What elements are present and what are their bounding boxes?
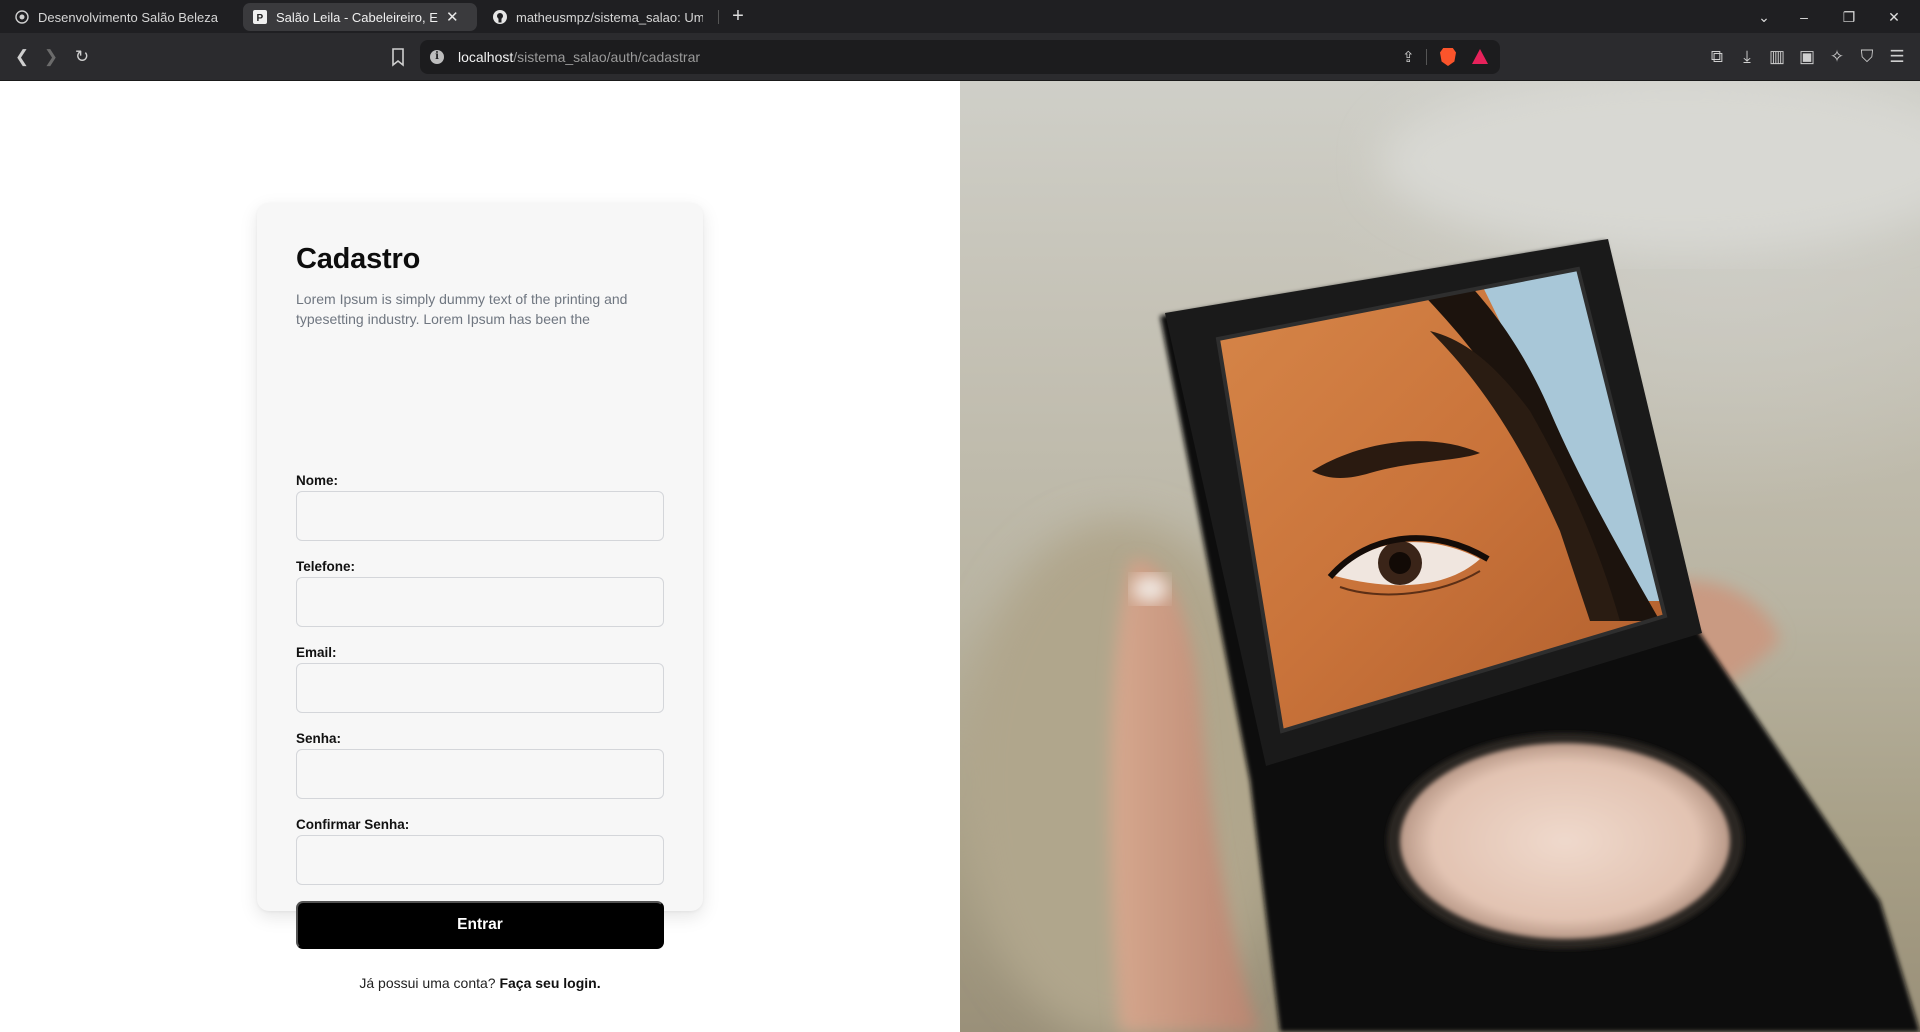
tab-bar: Desenvolvimento Salão Beleza P Salão Lei… <box>0 0 1920 33</box>
browser-toolbar: ❮ ❯ ↻ i localhost/sistema_salao/auth/cad… <box>0 33 1920 81</box>
url-host: localhost <box>458 49 514 65</box>
nome-input[interactable] <box>296 491 664 541</box>
restore-icon[interactable]: ❐ <box>1840 8 1858 26</box>
address-bar[interactable]: i localhost/sistema_salao/auth/cadastrar… <box>420 40 1500 74</box>
page-title: Cadastro <box>296 243 421 275</box>
tab-desenvolvimento[interactable]: Desenvolvimento Salão Beleza <box>5 3 235 31</box>
site-info-icon[interactable]: i <box>430 50 444 64</box>
url-divider <box>1426 49 1427 65</box>
login-prompt-text: Já possui uma conta? <box>359 975 496 991</box>
tab-title: Desenvolvimento Salão Beleza <box>38 9 218 25</box>
close-icon[interactable]: ✕ <box>446 8 459 26</box>
minimize-icon[interactable]: – <box>1795 8 1813 26</box>
url-text[interactable]: localhost/sistema_salao/auth/cadastrar <box>458 49 700 65</box>
page: Cadastro Lorem Ipsum is simply dummy tex… <box>0 81 1920 1032</box>
url-path: /sistema_salao/auth/cadastrar <box>513 49 701 65</box>
back-icon[interactable]: ❮ <box>12 47 32 67</box>
vpn-shield-icon[interactable]: ⛉ <box>1857 47 1877 67</box>
web-icon <box>15 10 29 24</box>
form-pane: Cadastro Lorem Ipsum is simply dummy tex… <box>0 81 960 1032</box>
confirmar-senha-label: Confirmar Senha: <box>296 817 410 832</box>
brave-rewards-icon[interactable] <box>1472 49 1488 64</box>
tab-salao-leila[interactable]: P Salão Leila - Cabeleireiro, Estét ✕ <box>243 3 477 31</box>
email-input[interactable] <box>296 663 664 713</box>
nome-label: Nome: <box>296 473 339 488</box>
svg-text:P: P <box>257 13 264 24</box>
hero-photo <box>960 81 1920 1032</box>
new-tab-button[interactable]: + <box>728 6 748 26</box>
page-icon: P <box>253 10 267 24</box>
leo-ai-icon[interactable]: ✧ <box>1827 47 1847 67</box>
senha-input[interactable] <box>296 749 664 799</box>
form-description: Lorem Ipsum is simply dummy text of the … <box>296 291 628 327</box>
login-link[interactable]: Faça seu login. <box>499 975 600 991</box>
brave-shields-icon[interactable] <box>1440 48 1456 66</box>
telefone-input[interactable] <box>296 577 664 627</box>
menu-icon[interactable]: ☰ <box>1887 47 1907 67</box>
tab-github[interactable]: matheusmpz/sistema_salao: Um sist <box>483 3 713 31</box>
tab-list-chevron-icon[interactable]: ⌄ <box>1755 8 1773 26</box>
tab-title: Salão Leila - Cabeleireiro, Estét <box>276 9 438 25</box>
download-icon[interactable]: ⤓ <box>1737 47 1757 67</box>
github-icon <box>493 10 507 24</box>
confirmar-senha-input[interactable] <box>296 835 664 885</box>
bookmark-icon[interactable] <box>388 47 408 67</box>
entrar-button[interactable]: Entrar <box>296 901 664 949</box>
extensions-icon[interactable]: ⧉ <box>1707 47 1727 67</box>
window-close-icon[interactable]: ✕ <box>1885 8 1903 26</box>
login-prompt: Já possui uma conta? Faça seu login. <box>257 975 703 991</box>
tab-title: matheusmpz/sistema_salao: Um sist <box>516 9 703 25</box>
forward-icon[interactable]: ❯ <box>41 47 61 67</box>
mirror-compact-image <box>960 81 1920 1032</box>
reload-icon[interactable]: ↻ <box>72 47 92 67</box>
share-icon[interactable]: ⇪ <box>1402 48 1415 66</box>
tab-divider <box>718 10 719 24</box>
email-label: Email: <box>296 645 337 660</box>
senha-label: Senha: <box>296 731 342 746</box>
sidebar-icon[interactable]: ▥ <box>1767 47 1787 67</box>
signup-card: Cadastro Lorem Ipsum is simply dummy tex… <box>257 203 703 991</box>
wallet-icon[interactable]: ▣ <box>1797 47 1817 67</box>
telefone-label: Telefone: <box>296 559 356 574</box>
